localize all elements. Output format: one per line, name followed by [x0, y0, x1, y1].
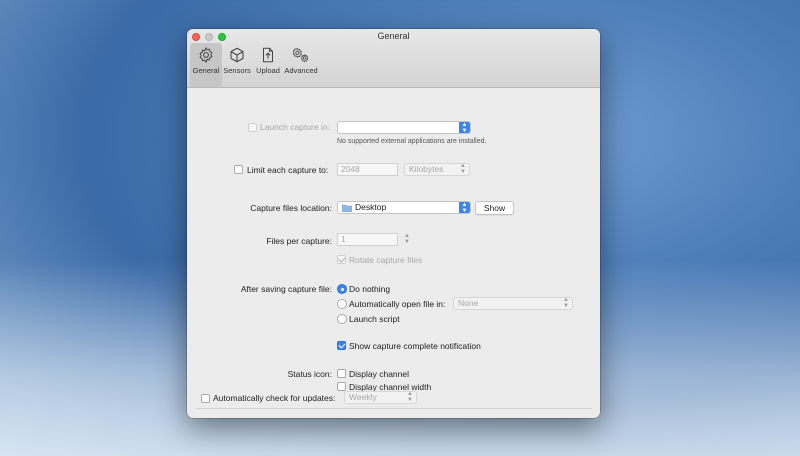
- after-saving-label: After saving capture file:: [240, 284, 332, 294]
- files-per-capture-stepper[interactable]: ▲ ▼: [403, 233, 411, 247]
- radio-do-nothing[interactable]: [337, 284, 347, 294]
- limit-capture-checkbox[interactable]: [234, 165, 243, 174]
- general-pane: Launch capture in: ▲ ▼ No supported exter…: [187, 89, 600, 418]
- divider: [195, 408, 592, 409]
- tab-general-label: General: [192, 66, 220, 75]
- upload-icon: [263, 47, 273, 63]
- preferences-window: General General Sensors Upload Advanced …: [187, 29, 600, 418]
- popup-arrows-icon: ▲ ▼: [460, 163, 466, 175]
- tab-advanced[interactable]: Advanced: [283, 43, 319, 87]
- window-title: General: [377, 31, 410, 41]
- launch-capture-note: No supported external applications are i…: [337, 138, 487, 145]
- rotate-files-checkbox[interactable]: [337, 255, 346, 264]
- popup-arrows-icon: ▲ ▼: [563, 297, 569, 309]
- tab-general[interactable]: General: [190, 43, 222, 87]
- rotate-files-label: Rotate capture files: [349, 255, 423, 265]
- popup-arrows-icon: ▲ ▼: [407, 391, 413, 403]
- popup-arrows-icon: ▲ ▼: [459, 202, 470, 213]
- radio-launch-script[interactable]: [337, 314, 347, 324]
- display-channel-checkbox[interactable]: [337, 369, 346, 378]
- open-file-in-popup[interactable]: None ▲ ▼: [453, 297, 573, 310]
- tab-sensors[interactable]: Sensors: [222, 43, 252, 87]
- open-file-in-value: None: [458, 298, 479, 308]
- gear-icon: [199, 47, 213, 63]
- radio-launch-script-label: Launch script: [349, 314, 400, 324]
- launch-capture-popup[interactable]: ▲ ▼: [337, 121, 471, 134]
- popup-arrows-icon: ▲ ▼: [459, 122, 470, 133]
- location-value: Desktop: [355, 202, 387, 212]
- check-updates-label: Automatically check for updates:: [213, 393, 336, 403]
- files-per-capture-label: Files per capture:: [266, 236, 332, 246]
- status-icon-label: Status icon:: [287, 369, 332, 379]
- tab-sensors-label: Sensors: [223, 66, 251, 75]
- update-frequency-popup[interactable]: Weekly ▲ ▼: [344, 391, 417, 404]
- tab-upload[interactable]: Upload: [253, 43, 283, 87]
- show-location-button[interactable]: Show: [475, 201, 514, 215]
- radio-do-nothing-label: Do nothing: [349, 284, 391, 294]
- check-updates-checkbox[interactable]: [201, 394, 210, 403]
- gears-icon: [292, 47, 309, 63]
- location-popup[interactable]: Desktop ▲ ▼: [337, 201, 471, 214]
- limit-capture-label: Limit each capture to:: [247, 165, 329, 175]
- radio-open-file-in[interactable]: [337, 299, 347, 309]
- radio-open-file-in-label: Automatically open file in:: [349, 299, 446, 309]
- cube-icon: [230, 47, 244, 63]
- notification-label: Show capture complete notification: [349, 341, 481, 351]
- titlebar: General General Sensors Upload Advanced: [187, 29, 600, 88]
- launch-capture-label: Launch capture in:: [260, 122, 330, 132]
- limit-unit-value: Kilobytes: [409, 164, 444, 174]
- notification-checkbox[interactable]: [337, 341, 346, 350]
- location-label: Capture files location:: [250, 203, 332, 213]
- tab-advanced-label: Advanced: [284, 66, 318, 75]
- display-channel-width-checkbox[interactable]: [337, 382, 346, 391]
- display-channel-label: Display channel: [349, 369, 410, 379]
- limit-unit-popup[interactable]: Kilobytes ▲ ▼: [404, 163, 470, 176]
- folder-icon: [342, 204, 352, 212]
- files-per-capture-field[interactable]: 1: [337, 233, 398, 246]
- limit-size-field[interactable]: 2048: [337, 163, 398, 176]
- launch-capture-checkbox[interactable]: [248, 123, 257, 132]
- update-frequency-value: Weekly: [349, 392, 377, 402]
- tab-upload-label: Upload: [256, 66, 280, 75]
